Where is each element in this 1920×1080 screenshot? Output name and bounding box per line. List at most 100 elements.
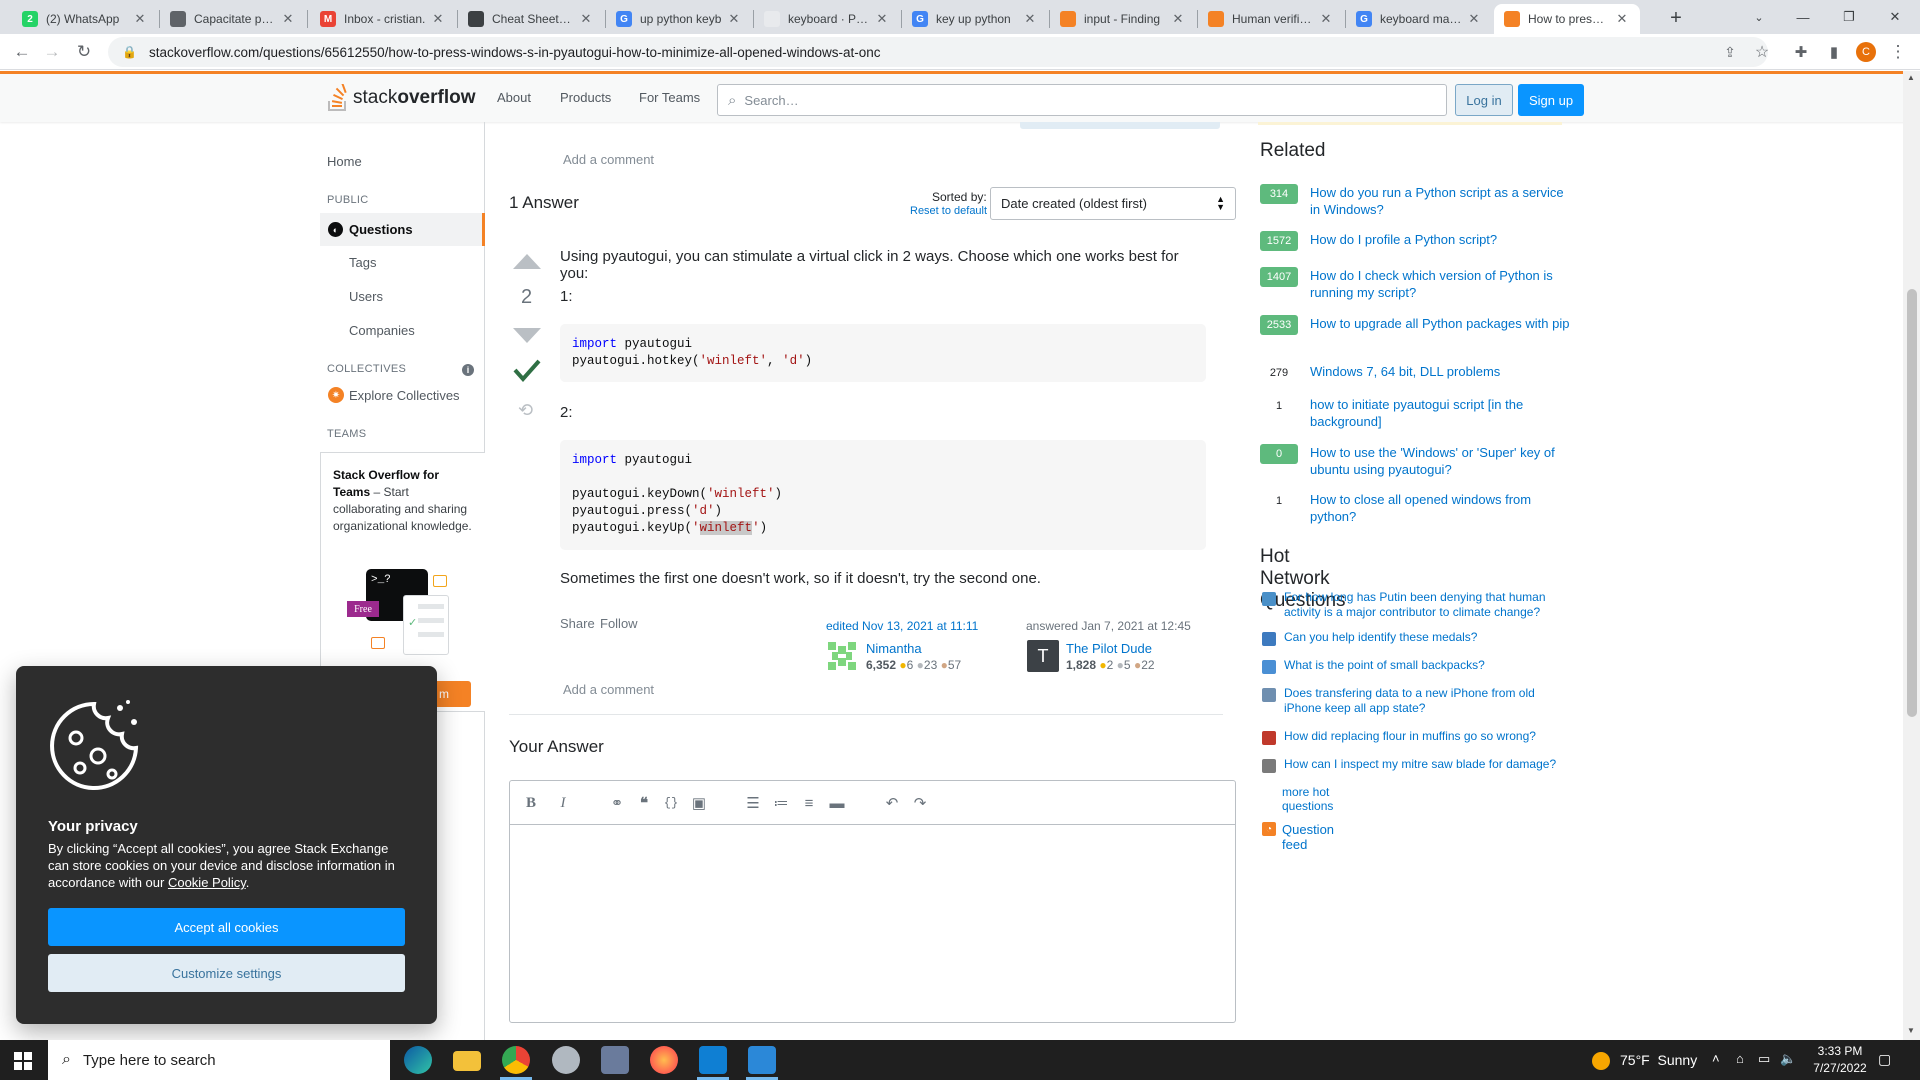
tab-0[interactable]: 2 (2) WhatsApp ✕ [12,4,158,34]
bookmark-star-icon[interactable]: ☆ [1748,38,1776,66]
tab-1[interactable]: Capacitate para ✕ [160,4,306,34]
italic-icon[interactable]: I [553,793,573,813]
vscode-icon[interactable] [699,1046,727,1074]
side-panel-icon[interactable]: ▮ [1820,38,1848,66]
follow-link[interactable]: Follow [600,616,638,631]
downvote-icon[interactable] [512,327,542,345]
address-bar[interactable]: 🔒 stackoverflow.com/questions/65612550/h… [108,37,1768,67]
tab-7[interactable]: input - Finding ✕ [1050,4,1196,34]
close-tab-icon[interactable]: ✕ [1318,11,1334,27]
link-icon[interactable]: ⚭ [607,793,627,813]
author-name-link[interactable]: The Pilot Dude [1066,641,1152,656]
upvote-icon[interactable] [512,252,542,270]
tray-volume-icon[interactable]: 🔈 [1780,1051,1796,1067]
notification-icon[interactable]: ▢ [1878,1051,1891,1068]
close-window-icon[interactable]: ✕ [1872,0,1918,34]
hot-question-link[interactable]: How can I inspect my mitre saw blade for… [1284,757,1574,772]
windows-start-icon[interactable] [14,1052,32,1070]
tray-network-icon[interactable]: ⌂ [1736,1051,1744,1066]
menu-icon[interactable]: ⋮ [1884,38,1912,66]
add-comment-answer-link[interactable]: Add a comment [563,682,654,697]
close-tab-icon[interactable]: ✕ [132,11,148,27]
paint-icon[interactable] [552,1046,580,1074]
sidebar-item-companies[interactable]: Companies [349,323,415,338]
reset-to-default-link[interactable]: Reset to default [910,205,987,217]
related-question-link[interactable]: How do I check which version of Python i… [1310,267,1570,301]
related-question-link[interactable]: How to use the 'Windows' or 'Super' key … [1310,444,1570,478]
forward-icon[interactable]: → [38,38,66,66]
code-icon[interactable]: {} [661,793,681,813]
sort-select[interactable]: Date created (oldest first) ▲ ▼ [990,187,1236,220]
add-comment-question-link[interactable]: Add a comment [563,152,654,167]
undo-icon[interactable]: ↶ [882,793,902,813]
accept-cookies-button[interactable]: Accept all cookies [48,908,405,946]
taskbar-search-box[interactable]: ⌕ Type here to search [48,1040,390,1080]
share-link[interactable]: Share [560,616,595,631]
sidebar-item-tags[interactable]: Tags [349,255,376,270]
close-tab-icon[interactable]: ✕ [1170,11,1186,27]
related-question-link[interactable]: Windows 7, 64 bit, DLL problems [1310,363,1570,380]
related-question-link[interactable]: How do I profile a Python script? [1310,231,1570,248]
cookie-policy-link[interactable]: Cookie Policy [168,875,246,890]
nav-products[interactable]: Products [560,90,611,105]
profile-avatar[interactable]: C [1852,38,1880,66]
restore-icon[interactable]: ❐ [1826,0,1872,34]
close-tab-icon[interactable]: ✕ [578,11,594,27]
tab-4[interactable]: Gup python keyb ✕ [606,4,752,34]
edge-icon[interactable] [404,1046,432,1074]
horizontal-rule-icon[interactable]: ▬ [827,793,847,813]
firefox-icon[interactable] [650,1046,678,1074]
close-tab-icon[interactable]: ✕ [1022,11,1038,27]
file-explorer-icon[interactable] [453,1051,481,1071]
author-avatar[interactable]: T [1027,640,1059,672]
related-question-link[interactable]: How do you run a Python script as a serv… [1310,184,1570,218]
close-tab-icon[interactable]: ✕ [1466,11,1482,27]
blockquote-icon[interactable]: ❝ [634,793,654,813]
clock-date[interactable]: 7/27/2022 [1810,1061,1870,1075]
tab-8[interactable]: Human verificat ✕ [1198,4,1344,34]
sidebar-item-home[interactable]: Home [327,154,362,169]
nav-about[interactable]: About [497,90,531,105]
extensions-icon[interactable]: ✚ [1787,38,1815,66]
reload-icon[interactable]: ↻ [70,38,98,66]
numbered-list-icon[interactable]: ☰ [743,793,763,813]
tray-chevron-icon[interactable]: ˄ [1712,1051,1720,1066]
more-hot-questions-link[interactable]: more hot questions [1282,785,1333,813]
login-button[interactable]: Log in [1455,84,1513,116]
clock-time[interactable]: 3:33 PM [1810,1044,1870,1058]
close-tab-icon[interactable]: ✕ [726,11,742,27]
sidebar-item-questions[interactable]: ◐ Questions [320,213,485,246]
close-tab-icon[interactable]: ✕ [1614,11,1630,27]
new-tab-button[interactable]: + [1662,4,1690,32]
related-question-link[interactable]: How to upgrade all Python packages with … [1310,315,1570,332]
bold-icon[interactable]: B [521,793,541,813]
hot-question-link[interactable]: Can you help identify these medals? [1284,630,1574,645]
app-icon[interactable] [601,1046,629,1074]
tab-6[interactable]: Gkey up python ✕ [902,4,1048,34]
close-tab-icon[interactable]: ✕ [874,11,890,27]
nav-for-teams[interactable]: For Teams [639,90,700,105]
hot-question-link[interactable]: How did replacing flour in muffins go so… [1284,729,1574,744]
tab-5[interactable]: keyboard · PyPI ✕ [754,4,900,34]
editor-avatar[interactable] [826,640,858,672]
sidebar-item-users[interactable]: Users [349,289,383,304]
tray-display-icon[interactable]: ▭ [1758,1051,1770,1067]
share-icon[interactable]: ⇪ [1716,38,1744,66]
scroll-down-icon[interactable]: ▼ [1907,1026,1915,1035]
image-icon[interactable]: ▣ [689,793,709,813]
customize-settings-button[interactable]: Customize settings [48,954,405,992]
bulleted-list-icon[interactable]: ≔ [771,793,791,813]
page-scrollbar[interactable]: ▲ ▼ [1903,71,1920,1040]
question-feed-link[interactable]: Question feed [1282,822,1334,852]
tab-3[interactable]: Cheat Sheet — ✕ [458,4,604,34]
weather-sun-icon[interactable] [1592,1052,1610,1070]
scrollbar-thumb[interactable] [1907,289,1917,717]
heading-icon[interactable]: ≡ [799,793,819,813]
related-question-link[interactable]: How to close all opened windows from pyt… [1310,491,1570,525]
editor-name-link[interactable]: Nimantha [866,641,922,656]
minimize-icon[interactable]: — [1780,0,1826,34]
site-search-input[interactable]: ⌕ Search… [717,84,1447,116]
tab-9[interactable]: Gkeyboard maxim ✕ [1346,4,1492,34]
rss-icon[interactable]: ◔ [1262,822,1276,836]
history-icon[interactable]: ⟲ [518,400,533,421]
